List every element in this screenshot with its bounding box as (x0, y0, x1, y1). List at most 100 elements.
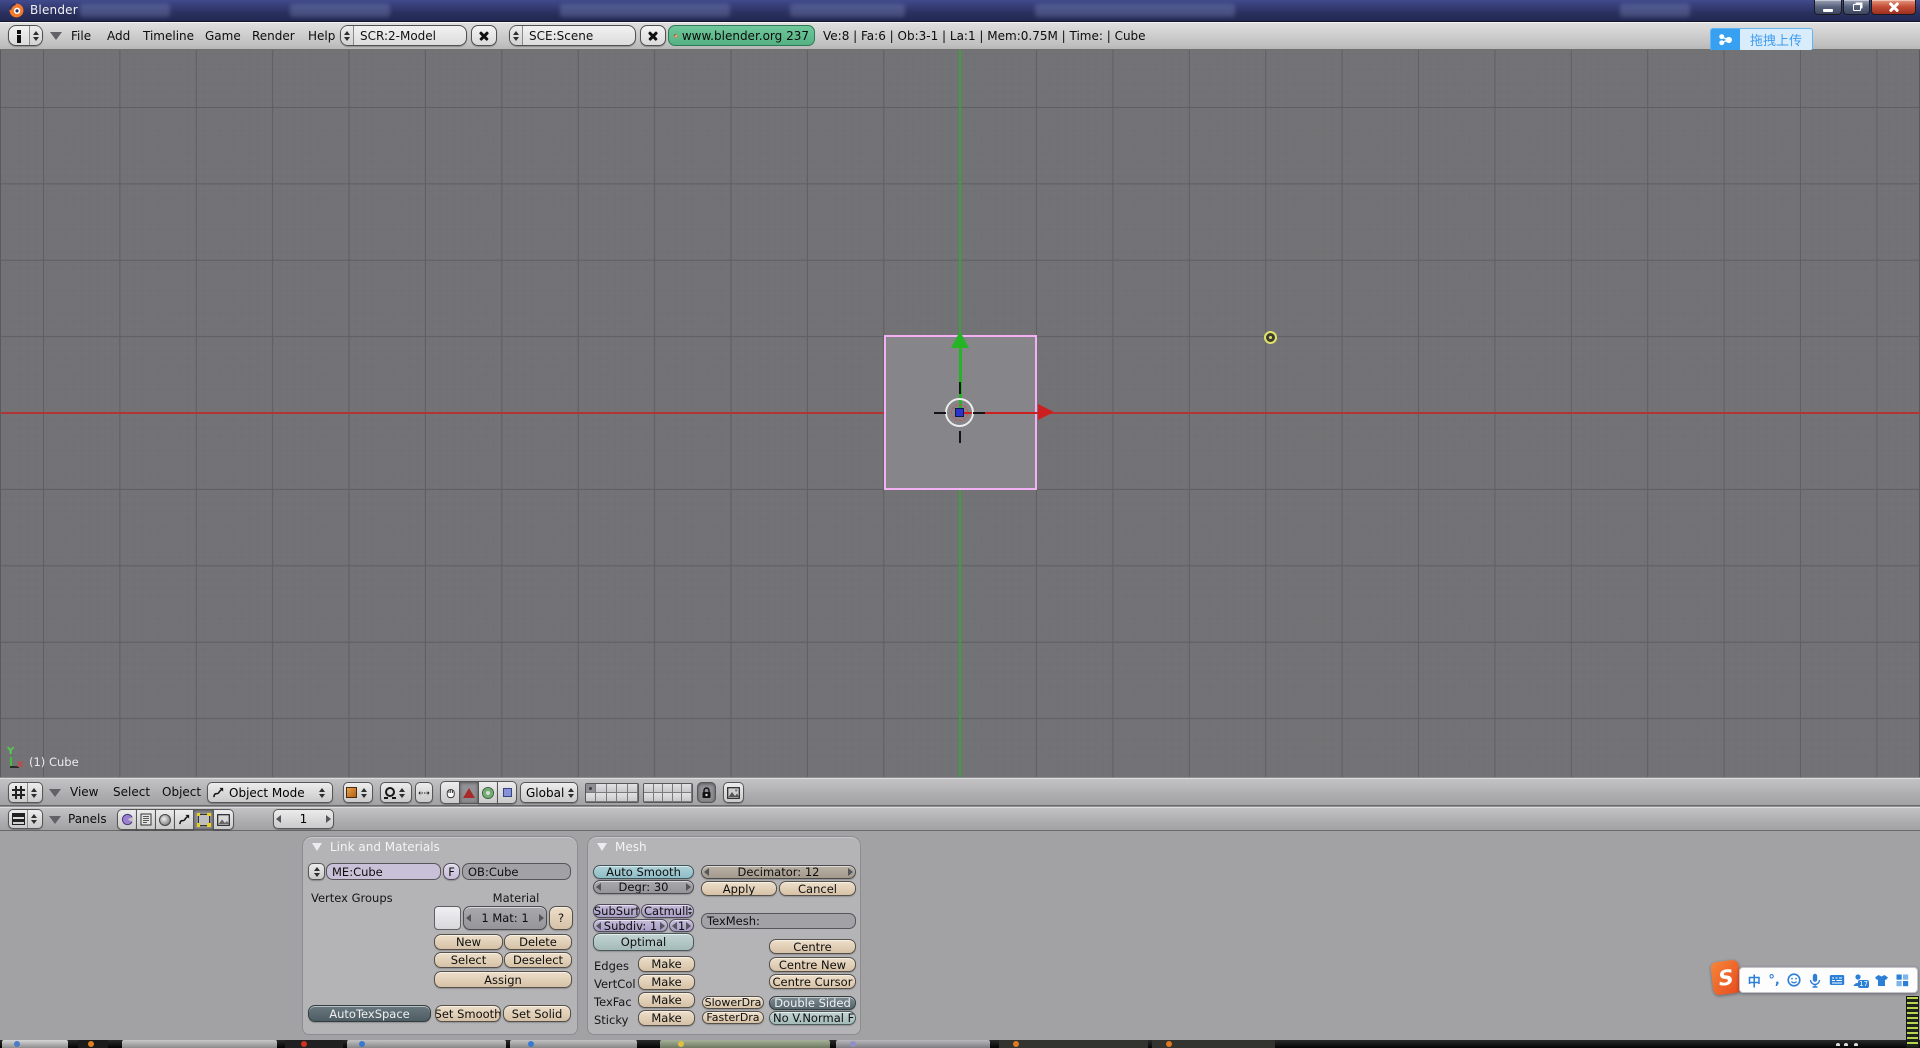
account-icon[interactable]: 17 (1852, 973, 1866, 987)
draw-type-selector[interactable] (343, 782, 373, 803)
subsurf-type-selector[interactable]: Catmull (641, 904, 694, 918)
close-button[interactable] (1871, 0, 1916, 15)
taskbar-item[interactable] (2, 1040, 68, 1048)
render-preview-button[interactable] (723, 782, 744, 803)
scene-selector[interactable]: SCE:Scene (509, 25, 636, 46)
layer-buttons-group2[interactable] (643, 783, 693, 803)
orientation-selector[interactable]: Global (520, 782, 578, 803)
screen-selector[interactable]: SCR:2-Model (340, 25, 467, 46)
editing-context-button[interactable] (193, 809, 214, 830)
set-smooth-button[interactable]: Set Smooth (435, 1005, 501, 1022)
menu-view[interactable]: View (70, 785, 98, 799)
mesh-name-field[interactable]: ME:Cube (326, 863, 441, 880)
fake-user-button[interactable]: F (443, 863, 460, 880)
ime-language-toggle[interactable]: 中 (1748, 971, 1761, 990)
vertcol-make-button[interactable]: Make (638, 974, 695, 990)
translate-x-arrowhead[interactable] (1038, 404, 1054, 420)
manipulator-toggle-button[interactable] (440, 781, 460, 804)
translate-manipulator-button[interactable] (459, 781, 479, 804)
taskbar-item[interactable] (122, 1040, 277, 1048)
taskbar-item[interactable] (510, 1040, 637, 1048)
keyboard-icon[interactable] (1829, 974, 1845, 986)
menu-render[interactable]: Render (252, 22, 295, 50)
skin-icon[interactable] (1874, 974, 1889, 987)
set-solid-button[interactable]: Set Solid (503, 1005, 571, 1022)
menu-file[interactable]: File (71, 22, 91, 50)
drag-upload-button[interactable]: 拖拽上传 (1710, 28, 1813, 51)
no-vnormal-flip-toggle[interactable]: No V.Normal Fl (769, 1011, 856, 1025)
object-name-field[interactable]: OB:Cube (462, 863, 571, 880)
menu-grid-icon[interactable] (1896, 974, 1909, 987)
degr-slider[interactable]: Degr: 30 (593, 880, 694, 894)
buttons-page-stepper[interactable]: 1 (273, 809, 334, 829)
panel-collapse-icon[interactable] (312, 843, 322, 851)
optimal-toggle[interactable]: Optimal (593, 933, 694, 951)
sticky-make-button[interactable]: Make (638, 1010, 695, 1026)
taskbar-item[interactable] (347, 1040, 506, 1048)
header-menu-collapse-icon[interactable] (49, 816, 61, 824)
new-button[interactable]: New (434, 934, 503, 950)
deselect-button[interactable]: Deselect (504, 952, 572, 968)
edges-make-button[interactable]: Make (638, 956, 695, 972)
manipulator-size-button[interactable] (415, 782, 433, 803)
taskbar-item[interactable] (836, 1040, 990, 1048)
subdiv-render-slider[interactable]: 1 (669, 919, 694, 932)
faster-draw-button[interactable]: FasterDra (702, 1011, 764, 1024)
windows-taskbar[interactable] (0, 1040, 1920, 1048)
editor-type-selector[interactable] (8, 782, 43, 803)
material-color-swatch[interactable] (434, 906, 461, 930)
subdiv-slider[interactable]: Subdiv: 1 (593, 919, 668, 932)
menu-add[interactable]: Add (107, 22, 130, 50)
header-menu-collapse-icon[interactable] (49, 789, 61, 797)
panels-label[interactable]: Panels (68, 812, 107, 826)
object-context-button[interactable] (174, 809, 194, 830)
assign-button[interactable]: Assign (434, 971, 572, 988)
centre-cursor-button[interactable]: Centre Cursor (769, 974, 856, 989)
menu-game[interactable]: Game (205, 22, 241, 50)
script-context-button[interactable] (136, 809, 156, 830)
texmesh-field[interactable]: TexMesh: (701, 913, 856, 929)
blender-org-button[interactable]: www.blender.org 237 (668, 25, 815, 46)
right-arrow-icon[interactable] (326, 815, 331, 823)
centre-new-button[interactable]: Centre New (769, 957, 856, 972)
header-menu-collapse-icon[interactable] (50, 32, 62, 40)
double-sided-toggle[interactable]: Double Sided (769, 996, 856, 1010)
window-titlebar[interactable]: Blender (0, 0, 1920, 22)
microphone-icon[interactable] (1809, 973, 1821, 988)
taskbar-item[interactable] (999, 1040, 1148, 1048)
editor-type-selector[interactable] (8, 809, 43, 829)
sogou-logo[interactable]: S (1710, 959, 1742, 995)
mesh-browse-button[interactable] (308, 863, 325, 880)
3d-viewport[interactable]: Y x (1) Cube (0, 50, 1920, 777)
screen-delete-button[interactable] (471, 25, 497, 46)
lamp-object[interactable] (1264, 331, 1277, 344)
scene-context-button[interactable] (213, 809, 234, 830)
ime-punctuation-toggle[interactable]: °, (1768, 973, 1779, 988)
right-arrow-icon[interactable] (539, 914, 544, 922)
texfac-make-button[interactable]: Make (638, 992, 695, 1008)
rotate-manipulator-button[interactable] (478, 781, 498, 804)
emoji-icon[interactable] (1787, 973, 1801, 987)
minimize-button[interactable] (1814, 0, 1842, 15)
delete-button[interactable]: Delete (504, 934, 572, 950)
taskbar-item[interactable] (660, 1040, 830, 1048)
material-help-button[interactable]: ? (549, 906, 573, 930)
panel-collapse-icon[interactable] (597, 843, 607, 851)
menu-timeline[interactable]: Timeline (143, 22, 194, 50)
menu-help[interactable]: Help (308, 22, 335, 50)
subsurf-toggle[interactable]: SubSurf (593, 904, 640, 918)
material-index-slider[interactable]: 1 Mat: 1 (463, 906, 547, 930)
cancel-button[interactable]: Cancel (779, 881, 856, 896)
mode-selector[interactable]: Object Mode (207, 782, 333, 803)
shading-context-button[interactable] (155, 809, 175, 830)
taskbar-item[interactable] (1152, 1040, 1275, 1048)
restore-button[interactable] (1843, 0, 1870, 15)
window-type-selector[interactable] (8, 25, 43, 46)
menu-select[interactable]: Select (113, 785, 150, 799)
scene-delete-button[interactable] (640, 25, 666, 46)
scale-manipulator-button[interactable] (497, 781, 517, 804)
centre-button[interactable]: Centre (769, 939, 856, 954)
slower-draw-button[interactable]: SlowerDra (702, 996, 764, 1009)
apply-button[interactable]: Apply (701, 881, 777, 896)
menu-object[interactable]: Object (162, 785, 201, 799)
